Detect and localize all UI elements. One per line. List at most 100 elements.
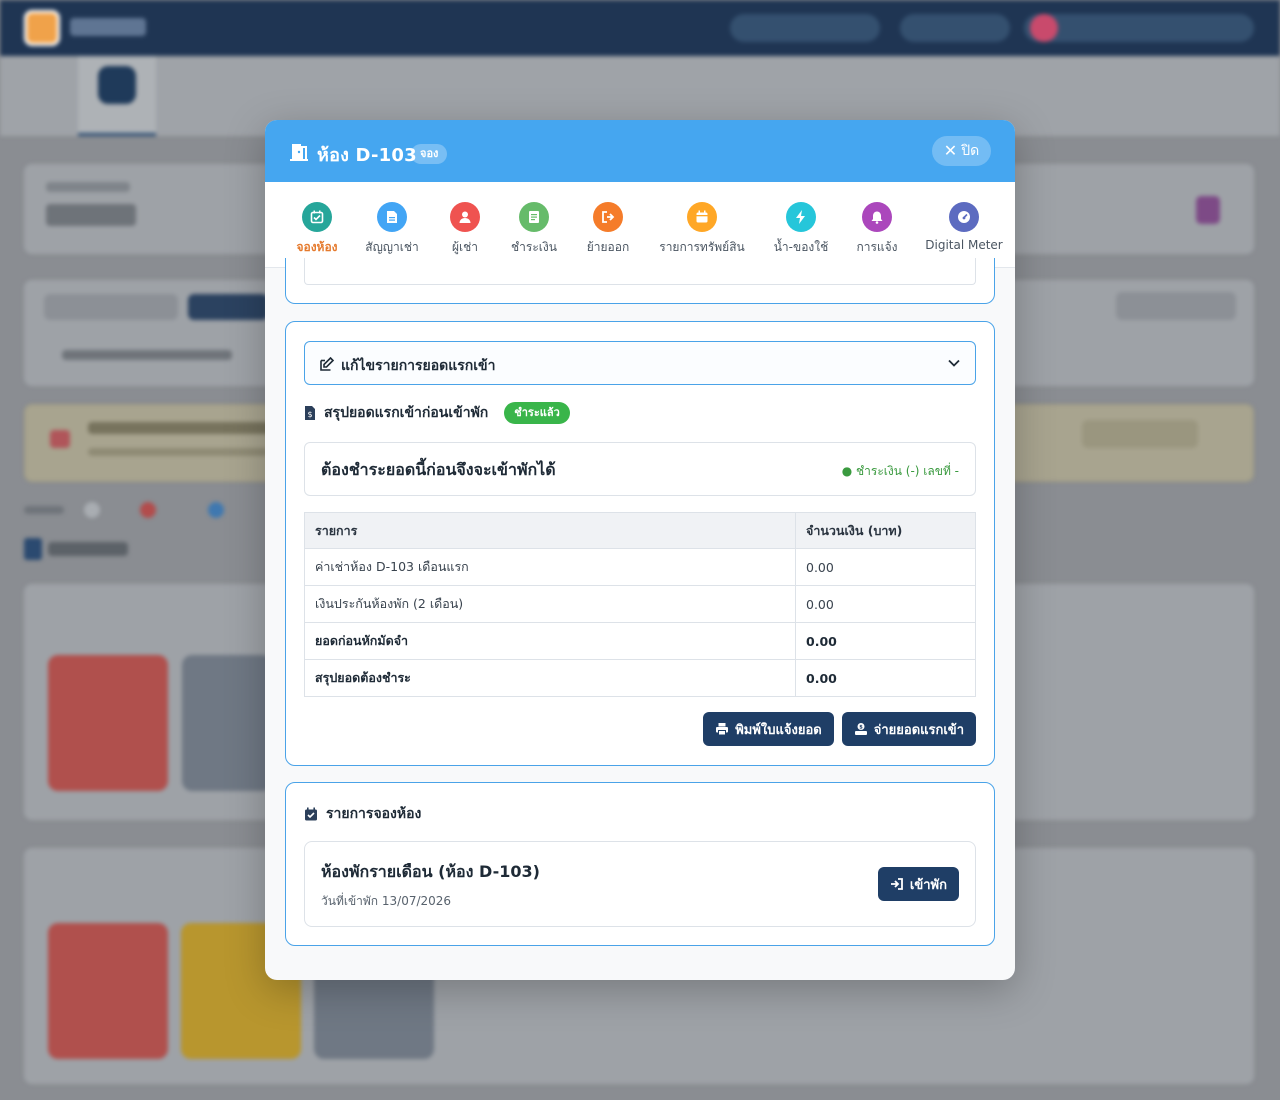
tab-booking[interactable]: จองห้อง bbox=[285, 182, 349, 268]
summary-header: $ สรุปยอดแรกเข้าก่อนเข้าพัก ชำระแล้ว bbox=[304, 402, 570, 424]
table-row: ค่าเช่าห้อง D-103 เดือนแรก 0.00 bbox=[304, 548, 976, 586]
close-icon: ✕ bbox=[943, 141, 958, 160]
edit-deposit-accordion[interactable]: แก้ไขรายการยอดแรกเข้า bbox=[304, 341, 976, 385]
pay-label: จ่ายยอดแรกเข้า bbox=[873, 722, 964, 738]
topbar-pill bbox=[900, 14, 1010, 42]
legend-dot bbox=[208, 502, 224, 518]
stat-icon bbox=[1196, 196, 1220, 224]
row-item: ยอดก่อนหักมัดจำ bbox=[304, 622, 796, 660]
row-amount: 0.00 bbox=[795, 659, 976, 697]
room-modal: ห้อง D-103 จอง ✕ ปิด จองห้อง สัญญาเช่า ผ… bbox=[265, 120, 1015, 980]
tab-label: ผู้เช่า bbox=[451, 240, 478, 254]
invoice-icon: $ bbox=[305, 406, 315, 420]
tab-label: สัญญาเช่า bbox=[365, 240, 419, 254]
tab-label: จองห้อง bbox=[296, 240, 338, 254]
inventory-icon bbox=[687, 202, 717, 232]
calendar-check-icon bbox=[302, 202, 332, 232]
banner-icon bbox=[50, 430, 70, 448]
table-row: เงินประกันห้องพัก (2 เดือน) 0.00 bbox=[304, 585, 976, 623]
tab-inventory[interactable]: รายการทรัพย์สิน bbox=[655, 182, 749, 268]
tab-label: รายการทรัพย์สิน bbox=[659, 240, 745, 254]
accordion-label: แก้ไขรายการยอดแรกเข้า bbox=[341, 358, 496, 374]
tab-digital-meter[interactable]: Digital Meter bbox=[925, 182, 1003, 268]
pay-deposit-button[interactable]: $ จ่ายยอดแรกเข้า bbox=[841, 712, 976, 746]
close-label: ปิด bbox=[961, 143, 980, 159]
user-icon bbox=[450, 202, 480, 232]
tab-notifications[interactable]: การแจ้ง bbox=[849, 182, 905, 268]
cash-register-icon: $ bbox=[854, 723, 867, 735]
section-title bbox=[48, 542, 128, 556]
printer-icon bbox=[716, 723, 729, 736]
bolt-icon bbox=[786, 202, 816, 232]
summary-title: สรุปยอดแรกเข้าก่อนเข้าพัก bbox=[324, 405, 489, 421]
print-invoice-button[interactable]: พิมพ์ใบแจ้งยอด bbox=[703, 712, 834, 746]
tab-contract[interactable]: สัญญาเช่า bbox=[361, 182, 423, 268]
table-row: ยอดก่อนหักมัดจำ 0.00 bbox=[304, 622, 976, 660]
payment-status: ● ชำระเงิน (-) เลขที่ - bbox=[841, 464, 959, 478]
booking-panel: รายการจองห้อง ห้องพักรายเดือน (ห้อง D-10… bbox=[285, 782, 995, 946]
tab-label: น้ำ-ของใช้ bbox=[773, 240, 829, 254]
room-card bbox=[182, 655, 272, 791]
filter-select bbox=[62, 350, 232, 360]
tab-utilities[interactable]: น้ำ-ของใช้ bbox=[769, 182, 833, 268]
tab-label: ชำระเงิน bbox=[511, 240, 557, 254]
legend-dot bbox=[140, 502, 156, 518]
previous-panel-content bbox=[304, 258, 976, 285]
deposit-panel: แก้ไขรายการยอดแรกเข้า $ สรุปยอดแรกเข้าก่… bbox=[285, 321, 995, 766]
check-in-label: เข้าพัก bbox=[909, 877, 947, 893]
row-amount: 0.00 bbox=[795, 585, 976, 623]
nav-active-icon bbox=[98, 66, 136, 104]
stat-label bbox=[46, 182, 130, 192]
chevron-down-icon bbox=[948, 359, 960, 367]
close-button[interactable]: ✕ ปิด bbox=[932, 136, 991, 166]
calendar-check-icon bbox=[305, 807, 317, 821]
check-in-button[interactable]: เข้าพัก bbox=[877, 867, 959, 901]
gauge-icon bbox=[949, 202, 979, 232]
room-card bbox=[48, 655, 168, 791]
row-amount: 0.00 bbox=[795, 548, 976, 586]
tab-label: Digital Meter bbox=[925, 238, 1003, 252]
sign-out-icon bbox=[593, 202, 623, 232]
payment-notice: ต้องชำระยอดนี้ก่อนจึงจะเข้าพักได้ ● ชำระ… bbox=[304, 442, 976, 496]
legend-dot bbox=[84, 502, 100, 518]
svg-text:$: $ bbox=[307, 410, 312, 419]
notice-text: ต้องชำระยอดนี้ก่อนจึงจะเข้าพักได้ bbox=[321, 460, 556, 479]
stat-value bbox=[46, 204, 136, 226]
tab-payment[interactable]: ชำระเงิน bbox=[505, 182, 563, 268]
topbar-pill bbox=[730, 14, 880, 42]
deposit-table: รายการ จำนวนเงิน (บาท) ค่าเช่าห้อง D-103… bbox=[304, 512, 976, 697]
legend-line bbox=[24, 506, 64, 514]
filter-button bbox=[188, 294, 268, 320]
table-header-row: รายการ จำนวนเงิน (บาท) bbox=[304, 512, 976, 549]
receipt-icon bbox=[519, 202, 549, 232]
booking-checkin-date: วันที่เข้าพัก 13/07/2026 bbox=[321, 894, 452, 908]
banner-button bbox=[1082, 420, 1198, 448]
app-brand bbox=[70, 18, 146, 36]
door-icon bbox=[290, 144, 308, 161]
row-item: ค่าเช่าห้อง D-103 เดือนแรก bbox=[304, 548, 796, 586]
avatar bbox=[1030, 14, 1058, 42]
column-header: รายการ bbox=[304, 512, 796, 549]
modal-title: ห้อง D-103 bbox=[317, 145, 417, 166]
app-logo bbox=[24, 10, 60, 46]
sign-in-icon bbox=[890, 878, 903, 890]
section-icon bbox=[24, 538, 42, 560]
row-amount: 0.00 bbox=[795, 622, 976, 660]
booking-section-title: รายการจองห้อง bbox=[304, 803, 421, 825]
banner-line bbox=[88, 448, 268, 456]
column-header: จำนวนเงิน (บาท) bbox=[795, 512, 976, 549]
table-row: สรุปยอดต้องชำระ 0.00 bbox=[304, 659, 976, 697]
deposit-actions: พิมพ์ใบแจ้งยอด $ จ่ายยอดแรกเข้า bbox=[703, 712, 976, 746]
tab-tenant[interactable]: ผู้เช่า bbox=[441, 182, 489, 268]
tab-label: การแจ้ง bbox=[856, 240, 898, 254]
status-badge: จอง bbox=[411, 144, 448, 164]
filter-button bbox=[44, 294, 178, 320]
row-item: เงินประกันห้องพัก (2 เดือน) bbox=[304, 585, 796, 623]
svg-text:$: $ bbox=[859, 725, 863, 731]
paid-badge: ชำระแล้ว bbox=[504, 402, 570, 424]
document-icon bbox=[377, 202, 407, 232]
tab-move-out[interactable]: ย้ายออก bbox=[579, 182, 637, 268]
tab-label: ย้ายออก bbox=[586, 240, 630, 254]
booking-card: ห้องพักรายเดือน (ห้อง D-103) วันที่เข้าพ… bbox=[304, 841, 976, 927]
print-label: พิมพ์ใบแจ้งยอด bbox=[735, 722, 822, 738]
